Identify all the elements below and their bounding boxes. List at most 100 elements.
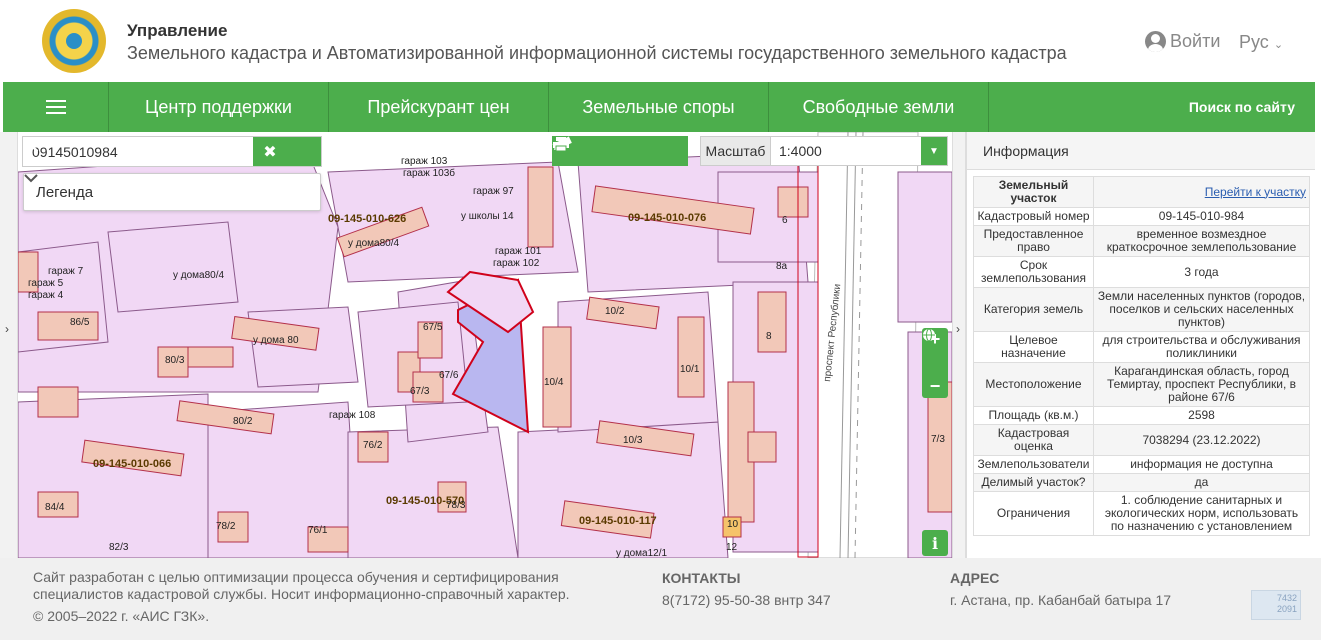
- map-label: гараж 108: [329, 410, 376, 421]
- map-label: у дома80/4: [348, 238, 400, 249]
- chevron-down-icon: [24, 174, 38, 183]
- counter-top: 7432: [1276, 593, 1297, 603]
- row-key: Кадастровый номер: [973, 207, 1094, 226]
- row-value: 7038294 (23.12.2022): [1093, 424, 1310, 456]
- map-label: гараж 103б: [403, 167, 455, 179]
- map-label: 67/5: [423, 322, 443, 333]
- info-button[interactable]: i: [922, 530, 948, 556]
- search-input[interactable]: [23, 137, 253, 166]
- map-label: гараж 5: [28, 278, 64, 289]
- row-key: Местоположение: [973, 362, 1094, 407]
- map-label: 10/2: [605, 306, 625, 317]
- menu-button[interactable]: [3, 82, 109, 132]
- row-key: Делимый участок?: [973, 473, 1094, 492]
- map-label: гараж 101: [495, 246, 542, 257]
- panel-collapse-handle[interactable]: ›: [952, 132, 966, 558]
- left-collapse-handle[interactable]: ›: [0, 132, 18, 558]
- map-label: 80/3: [165, 355, 185, 366]
- globe-button[interactable]: [922, 328, 948, 374]
- table-row: Землепользователи информация не доступна: [973, 455, 1310, 474]
- table-row: Площадь (кв.м.) 2598: [973, 406, 1310, 425]
- map-label: 67/3: [410, 386, 430, 397]
- map-label: 09-145-010-626: [328, 213, 406, 225]
- map-label: 10/4: [544, 377, 564, 388]
- info-panel: Информация Земельный участок Перейти к у…: [966, 132, 1315, 558]
- address-title: АДРЕС: [950, 570, 1000, 586]
- row-value: 2598: [1093, 406, 1310, 425]
- row-key: Кадастровая оценка: [973, 424, 1094, 456]
- table-row: Срок землепользования 3 года: [973, 256, 1310, 288]
- map-label: 78/2: [216, 521, 236, 532]
- legend-dropdown[interactable]: Легенда: [23, 173, 321, 211]
- map-label: у дома12/1: [616, 548, 668, 558]
- row-key: Срок землепользования: [973, 256, 1094, 288]
- map-label: гараж 7: [48, 266, 84, 277]
- parcel-info-table: Земельный участок Перейти к участку Када…: [973, 176, 1310, 536]
- map-label: 82/3: [109, 542, 129, 553]
- print-button[interactable]: [553, 136, 688, 166]
- nav-item-disputes[interactable]: Земельные споры: [549, 82, 769, 132]
- cadastral-search: ✖: [22, 136, 322, 167]
- table-row: Делимый участок? да: [973, 473, 1310, 492]
- row-key: Землепользователи: [973, 455, 1094, 474]
- map-label: гараж 4: [28, 290, 64, 301]
- nav-item-prices[interactable]: Прейскурант цен: [329, 82, 549, 132]
- close-icon: ✖: [263, 143, 277, 161]
- map-view[interactable]: 09-145-010-626 09-145-010-076 09-145-010…: [18, 132, 952, 558]
- goto-parcel-link[interactable]: Перейти к участку: [1205, 185, 1306, 199]
- map-label: 12: [726, 542, 738, 553]
- visit-counter[interactable]: 7432 2091: [1251, 590, 1301, 620]
- site-header: Управление Земельного кадастра и Автомат…: [0, 0, 1321, 82]
- language-select[interactable]: Рус ⌄: [1239, 32, 1283, 53]
- row-key: Ограничения: [973, 491, 1094, 536]
- nav-item-free-lands[interactable]: Свободные земли: [769, 82, 989, 132]
- footer-about: Сайт разработан с целью оптимизации проц…: [33, 569, 570, 602]
- chevron-right-icon: ›: [956, 322, 960, 336]
- map-label: 09-145-010-117: [579, 515, 657, 527]
- table-header-row: Земельный участок Перейти к участку: [973, 176, 1310, 208]
- counter-bottom: 2091: [1276, 604, 1297, 614]
- map-label: 86/5: [70, 317, 90, 328]
- row-value: временное возмездное краткосрочное земле…: [1093, 225, 1310, 257]
- nav-item-support[interactable]: Центр поддержки: [109, 82, 329, 132]
- clear-button[interactable]: ✖: [253, 137, 287, 166]
- draw-button[interactable]: [554, 136, 642, 166]
- user-icon: [1145, 31, 1166, 52]
- map-label: у дома 80: [253, 335, 299, 346]
- map-label: 8а: [776, 261, 788, 272]
- row-value: Земли населенных пунктов (городов, посел…: [1093, 287, 1310, 332]
- info-icon: i: [931, 533, 939, 553]
- map-label: гараж 102: [493, 258, 540, 269]
- row-value: Карагандинская область, город Темиртау, …: [1093, 362, 1310, 407]
- map-label: гараж 97: [473, 186, 514, 197]
- map-label: 76/2: [363, 440, 383, 451]
- map-label: 67/6: [439, 370, 459, 381]
- scale-label: Масштаб: [701, 137, 771, 165]
- table-row: Местоположение Карагандинская область, го…: [973, 362, 1310, 407]
- footer-copyright: © 2005–2022 г. «АИС ГЗК».: [33, 608, 210, 624]
- search-button[interactable]: [23, 137, 321, 166]
- emblem-logo[interactable]: [42, 9, 106, 73]
- site-subtitle: Земельного кадастра и Автоматизированной…: [127, 43, 1067, 63]
- map-label: 76/1: [308, 525, 328, 536]
- map-label: 6: [782, 215, 788, 226]
- map-label: 09-145-010-076: [628, 212, 706, 224]
- map-label: 10: [727, 519, 739, 530]
- contacts-title: КОНТАКТЫ: [662, 570, 741, 586]
- row-key: Категория земель: [973, 287, 1094, 332]
- globe-icon: [923, 328, 935, 342]
- address-text: г. Астана, пр. Кабанбай батыра 17: [950, 592, 1172, 608]
- legend-label: Легенда: [36, 183, 94, 201]
- row-key: Площадь (кв.м.): [973, 406, 1094, 425]
- map-label: у школы 14: [461, 211, 514, 222]
- caret-down-icon[interactable]: ▼: [921, 137, 947, 165]
- row-value: 3 года: [1093, 256, 1310, 288]
- printer-icon: [553, 137, 569, 152]
- row-value: 1. соблюдение санитарных и экологических…: [1093, 491, 1310, 536]
- map-label: 10/3: [623, 435, 643, 446]
- zoom-out-button[interactable]: −: [922, 375, 948, 398]
- login-button[interactable]: Войти: [1145, 31, 1220, 52]
- scale-select[interactable]: Масштаб 1:4000 ▼: [700, 136, 948, 166]
- site-search-link[interactable]: Поиск по сайту: [989, 82, 1315, 132]
- main-nav: Центр поддержки Прейскурант цен Земельны…: [3, 82, 1315, 132]
